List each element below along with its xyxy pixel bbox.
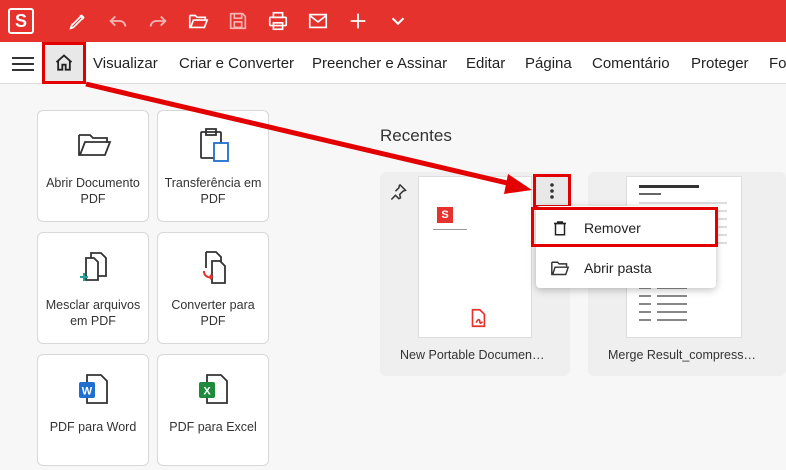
menu-item-criar-e-converter[interactable]: Criar e Converter [179,55,294,72]
title-bar: S [0,0,786,42]
menu-item-comentario[interactable]: Comentário [592,55,670,72]
svg-text:W: W [82,386,93,398]
home-button[interactable] [42,42,86,84]
app-logo[interactable]: S [8,8,34,34]
tile-convert-pdf[interactable]: Converter para PDF [157,232,269,344]
tile-label: Converter para PDF [171,298,255,328]
menu-item-pagina[interactable]: Página [525,55,572,72]
print-icon[interactable] [266,9,290,33]
tile-open-pdf[interactable]: Abrir Documento PDF [37,110,149,222]
merge-files-icon [80,252,107,281]
context-item-open-folder[interactable]: Abrir pasta [536,248,716,288]
recent-file-name: Merge Result_compress… [608,348,756,362]
menu-item-formulario[interactable]: Fo [769,55,786,72]
word-icon: W [79,374,108,404]
recent-file-name: New Portable Documen… [400,348,545,362]
menu-item-visualizar[interactable]: Visualizar [93,55,158,72]
menu-item-editar[interactable]: Editar [466,55,505,72]
pin-icon[interactable] [388,182,408,202]
clipboard-icon [200,128,229,162]
svg-text:X: X [203,386,211,398]
recent-heading: Recentes [380,126,452,145]
home-icon [55,54,73,71]
tile-clipboard-pdf[interactable]: Transferência em PDF [157,110,269,222]
kebab-icon [550,183,554,199]
tile-pdf-to-excel[interactable]: X PDF para Excel [157,354,269,466]
convert-icon [203,251,226,284]
folder-icon [78,134,112,156]
tile-label: PDF para Excel [169,420,257,434]
tile-pdf-to-word[interactable]: W PDF para Word [37,354,149,466]
pdf-sign-icon [471,308,486,328]
pen-icon[interactable] [66,9,90,33]
thumb-logo: S [437,207,453,223]
tile-label: Transferência em PDF [164,176,262,206]
redo-icon[interactable] [146,9,170,33]
more-options-button[interactable] [533,174,571,208]
tile-label: Abrir Documento PDF [46,176,140,206]
undo-icon[interactable] [106,9,130,33]
menu-item-preencher-e-assinar[interactable]: Preencher e Assinar [312,55,447,72]
open-folder-icon[interactable] [186,9,210,33]
file-thumbnail: S [418,176,532,338]
highlight-remove [531,207,718,247]
hamburger-menu-icon[interactable] [12,54,34,72]
mail-icon[interactable] [306,9,330,33]
tile-label: Mesclar arquivos em PDF [45,298,141,328]
context-item-label: Abrir pasta [584,260,652,276]
tile-merge-pdf[interactable]: Mesclar arquivos em PDF [37,232,149,344]
thumb-text-line [433,229,467,230]
menu-item-proteger[interactable]: Proteger [691,55,749,72]
save-icon[interactable] [226,9,250,33]
excel-icon: X [199,374,228,404]
folder-open-icon [551,261,570,276]
chevron-down-icon[interactable] [386,9,410,33]
tile-label: PDF para Word [49,420,137,434]
plus-icon[interactable] [346,9,370,33]
